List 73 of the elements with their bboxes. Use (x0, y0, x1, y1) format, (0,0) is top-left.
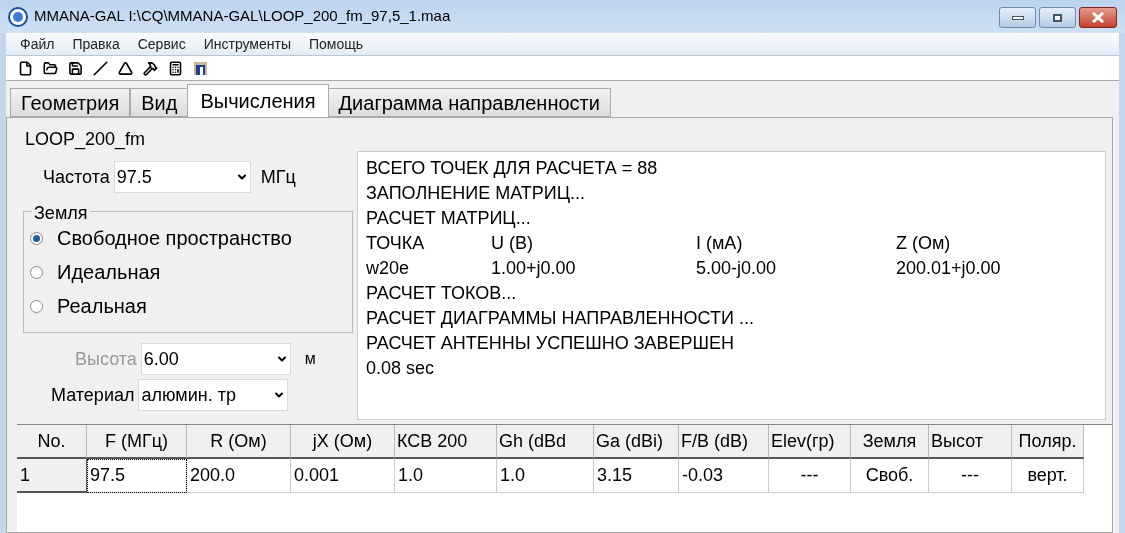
column-header[interactable]: jX (Ом) (291, 425, 395, 459)
tab[interactable]: Вычисления (187, 84, 329, 117)
maximize-button[interactable] (1039, 7, 1076, 28)
line-icon[interactable] (93, 60, 108, 76)
project-name: LOOP_200_fm (25, 128, 147, 152)
log-cell: 5.00-j0.00 (696, 258, 777, 278)
tab[interactable]: Геометрия (10, 88, 131, 117)
menu-item[interactable]: Правка (72, 33, 120, 55)
table-cell[interactable]: 1.0 (395, 459, 497, 493)
door-icon[interactable] (193, 60, 208, 76)
column-header[interactable]: Высот (929, 425, 1012, 459)
column-header[interactable]: Земля (851, 425, 929, 459)
table-cell[interactable]: 200.0 (187, 459, 291, 493)
radio-option[interactable]: Свободное пространство (30, 224, 352, 252)
log-line: ЗАПОЛНЕНИЕ МАТРИЦ... (366, 182, 587, 205)
column-header[interactable]: Gh (dBd (497, 425, 594, 459)
column-header[interactable]: Поляр. (1012, 425, 1084, 459)
column-header[interactable]: Elev(гр) (769, 425, 851, 459)
dropdown-field[interactable]: алюмин. тр (138, 379, 289, 411)
column-header[interactable]: F/B (dB) (679, 425, 769, 459)
radio-option[interactable]: Реальная (30, 292, 352, 320)
log-cell: U (В) (491, 233, 533, 253)
log-line: РАСЧЕТ МАТРИЦ... (366, 207, 532, 230)
tab[interactable]: Диаграмма направленности (327, 88, 611, 117)
menu-item[interactable]: Помощь (308, 33, 364, 55)
app-logo-icon (8, 6, 28, 27)
new-file-icon[interactable] (18, 60, 33, 76)
log-cell: 200.01+j0.00 (896, 258, 1001, 278)
unit-label: МГц (260, 165, 296, 189)
calculator-icon[interactable] (168, 60, 183, 76)
table-cell[interactable]: 3.15 (594, 459, 679, 493)
table-cell[interactable]: 1.0 (497, 459, 594, 493)
unit-label: м (304, 349, 316, 369)
table-cell[interactable]: 0.001 (291, 459, 395, 493)
folder-icon[interactable] (43, 60, 58, 76)
table-cell[interactable]: -0.03 (679, 459, 769, 493)
log-cell: Z (Ом) (896, 233, 951, 253)
close-button[interactable] (1079, 7, 1117, 28)
frequency-label: Частота (43, 165, 110, 189)
close-icon (1092, 12, 1104, 23)
log-line: РАСЧЕТ ТОКОВ... (366, 282, 518, 305)
column-header[interactable]: No. (17, 425, 87, 459)
log-cell: w20e (366, 258, 410, 278)
table-cell[interactable]: --- (929, 459, 1012, 493)
radio-option[interactable]: Идеальная (30, 258, 352, 286)
log-line: 0.08 sec (366, 357, 436, 380)
log-cell: 1.00+j0.00 (491, 258, 576, 278)
menu-item[interactable]: Файл (20, 33, 55, 55)
column-header[interactable]: Ga (dBi) (594, 425, 679, 459)
column-header[interactable]: F (МГц) (87, 425, 187, 459)
material-label: Материал (51, 383, 135, 407)
log-cell: ТОЧКА (366, 233, 425, 253)
table-cell[interactable]: 97.5 (87, 459, 187, 493)
log-line: РАСЧЕТ АНТЕННЫ УСПЕШНО ЗАВЕРШЕН (366, 332, 736, 355)
tools-icon[interactable] (143, 60, 158, 76)
column-header[interactable]: R (Ом) (187, 425, 291, 459)
table-cell[interactable]: --- (769, 459, 851, 493)
log-cell: I (мА) (696, 233, 743, 253)
menu-item[interactable]: Сервис (137, 33, 186, 55)
table-cell[interactable]: 1 (17, 459, 87, 493)
height-label: Высота (75, 347, 137, 371)
minimize-button[interactable] (999, 7, 1036, 28)
table-cell[interactable]: верт. (1012, 459, 1084, 493)
table-cell[interactable]: Своб. (851, 459, 929, 493)
window-title: MMANA-GAL I:\CQ\MMANA-GAL\LOOP_200_fm_97,5_1.maa (34, 6, 451, 27)
log-line: ВСЕГО ТОЧЕК ДЛЯ РАСЧЕТА = 88 (366, 157, 659, 180)
column-header[interactable]: КСВ 200 (395, 425, 497, 459)
triangle-icon[interactable] (118, 60, 133, 76)
log-line: РАСЧЕТ ДИАГРАММЫ НАПРАВЛЕННОСТИ ... (366, 307, 755, 330)
tab[interactable]: Вид (130, 88, 189, 117)
dropdown-field[interactable]: 97.5 (113, 161, 251, 193)
menu-item[interactable]: Инструменты (203, 33, 291, 55)
save-icon[interactable] (68, 60, 83, 76)
